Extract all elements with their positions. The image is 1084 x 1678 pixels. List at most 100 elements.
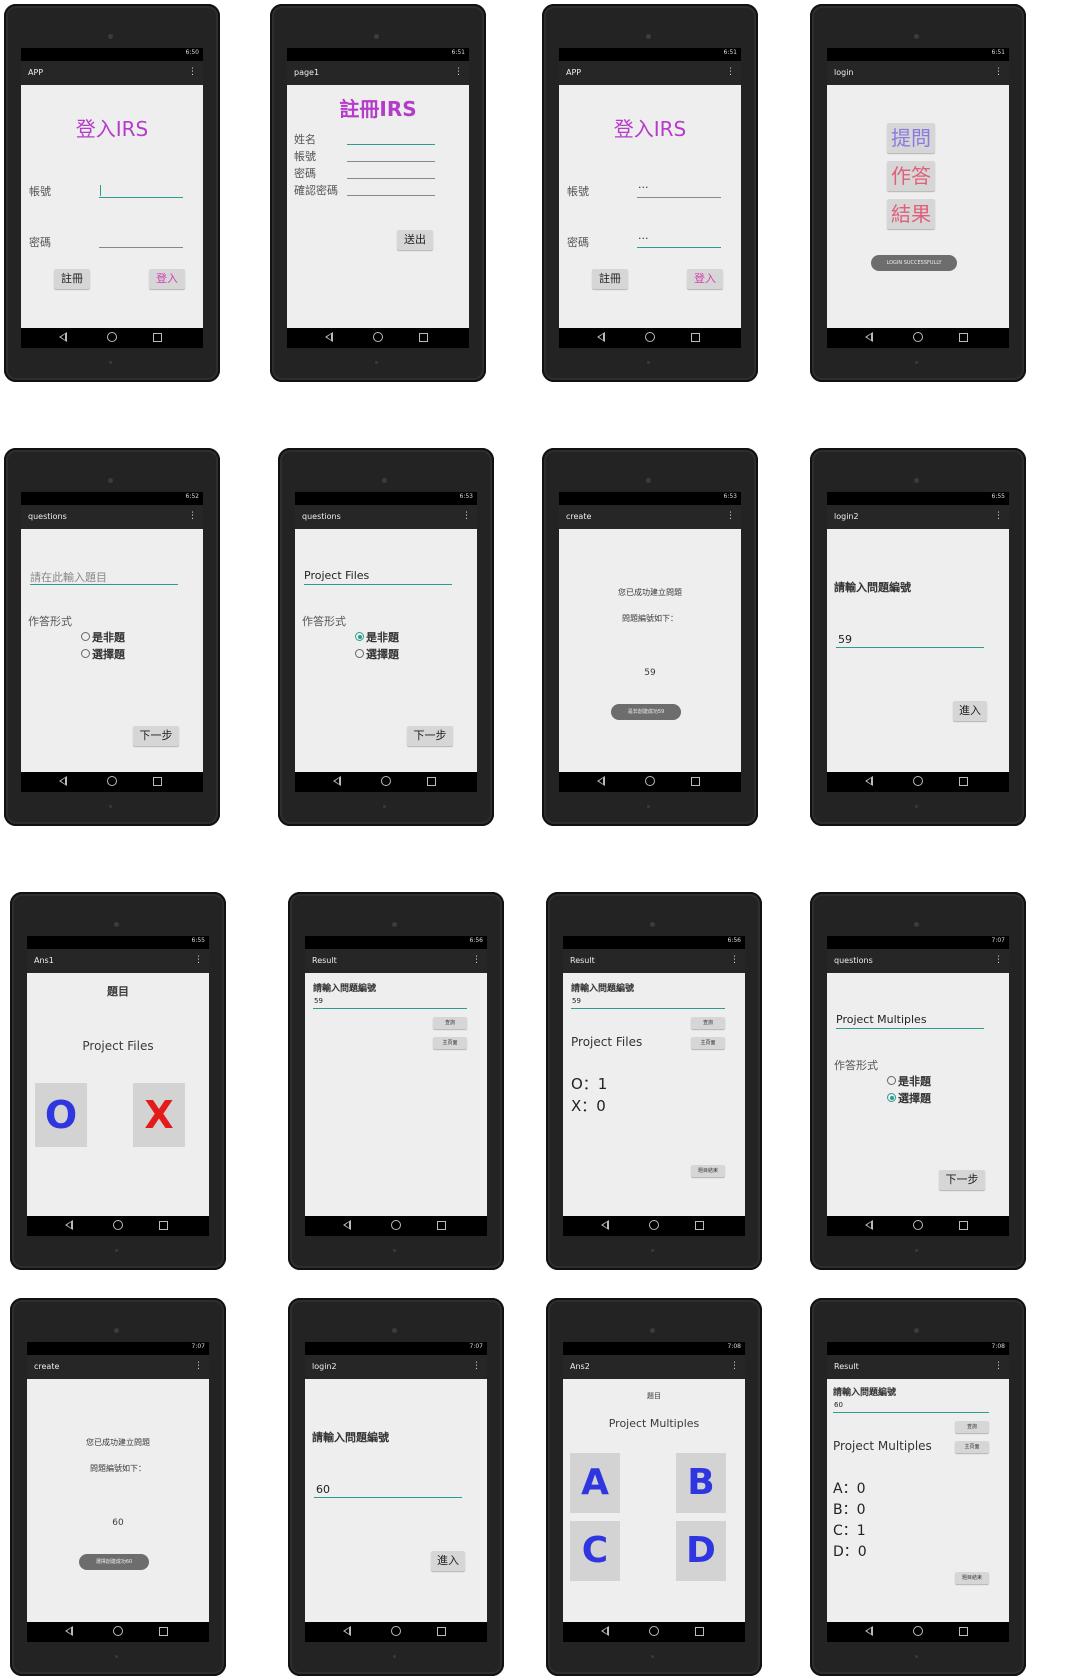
question-number-input[interactable] (571, 1008, 725, 1009)
account-input[interactable] (637, 197, 721, 198)
true-false-radio[interactable] (355, 632, 364, 641)
overflow-menu-icon[interactable]: ⋮ (730, 954, 739, 966)
recents-icon[interactable] (437, 1627, 446, 1636)
back-icon[interactable] (597, 776, 605, 786)
home-icon[interactable] (645, 332, 655, 342)
home-icon[interactable] (649, 1626, 659, 1636)
home-page-button[interactable]: 主頁面 (955, 1441, 989, 1453)
recents-icon[interactable] (427, 777, 436, 786)
recents-icon[interactable] (153, 333, 162, 342)
answer-button[interactable]: 作答 (887, 161, 935, 191)
home-icon[interactable] (107, 776, 117, 786)
recents-icon[interactable] (419, 333, 428, 342)
back-icon[interactable] (865, 332, 873, 342)
back-icon[interactable] (333, 776, 341, 786)
submit-button[interactable]: 送出 (397, 230, 433, 250)
back-icon[interactable] (59, 776, 67, 786)
enter-button[interactable]: 進入 (953, 701, 987, 721)
login-button[interactable]: 登入 (687, 269, 723, 289)
true-false-radio[interactable] (81, 632, 90, 641)
d-answer-button[interactable]: D (676, 1521, 726, 1581)
query-button[interactable]: 查詢 (691, 1017, 725, 1029)
recents-icon[interactable] (959, 777, 968, 786)
recents-icon[interactable] (695, 1627, 704, 1636)
home-page-button[interactable]: 主頁面 (691, 1037, 725, 1049)
home-icon[interactable] (373, 332, 383, 342)
next-button[interactable]: 下一步 (939, 1170, 985, 1190)
overflow-menu-icon[interactable]: ⋮ (994, 66, 1003, 78)
c-answer-button[interactable]: C (570, 1521, 620, 1581)
home-icon[interactable] (645, 776, 655, 786)
multiple-choice-radio[interactable] (355, 649, 364, 658)
home-icon[interactable] (913, 776, 923, 786)
result-button[interactable]: 結果 (887, 199, 935, 229)
password-input[interactable] (99, 247, 183, 248)
query-button[interactable]: 查詢 (955, 1421, 989, 1433)
back-icon[interactable] (601, 1626, 609, 1636)
register-button[interactable]: 註冊 (592, 269, 628, 289)
home-page-button[interactable]: 主頁面 (433, 1037, 467, 1049)
home-icon[interactable] (113, 1626, 123, 1636)
next-button[interactable]: 下一步 (407, 726, 453, 746)
recents-icon[interactable] (437, 1221, 446, 1230)
back-icon[interactable] (601, 1220, 609, 1230)
home-icon[interactable] (113, 1220, 123, 1230)
end-question-button[interactable]: 題目結束 (691, 1165, 725, 1177)
back-icon[interactable] (865, 1220, 873, 1230)
recents-icon[interactable] (959, 1221, 968, 1230)
home-icon[interactable] (913, 1220, 923, 1230)
question-number-input[interactable] (836, 647, 984, 648)
overflow-menu-icon[interactable]: ⋮ (726, 510, 735, 522)
overflow-menu-icon[interactable]: ⋮ (994, 1360, 1003, 1372)
password-input[interactable] (347, 178, 435, 179)
overflow-menu-icon[interactable]: ⋮ (472, 1360, 481, 1372)
recents-icon[interactable] (695, 1221, 704, 1230)
confirm-password-input[interactable] (347, 195, 435, 196)
recents-icon[interactable] (691, 777, 700, 786)
recents-icon[interactable] (159, 1627, 168, 1636)
account-input[interactable] (347, 161, 435, 162)
question-number-input[interactable] (833, 1412, 989, 1413)
end-question-button[interactable]: 題目結束 (955, 1572, 989, 1584)
home-icon[interactable] (913, 332, 923, 342)
overflow-menu-icon[interactable]: ⋮ (472, 954, 481, 966)
home-icon[interactable] (391, 1220, 401, 1230)
overflow-menu-icon[interactable]: ⋮ (462, 510, 471, 522)
recents-icon[interactable] (153, 777, 162, 786)
login-button[interactable]: 登入 (149, 269, 185, 289)
true-false-radio[interactable] (887, 1076, 896, 1085)
recents-icon[interactable] (959, 1627, 968, 1636)
o-answer-button[interactable]: O (35, 1083, 87, 1147)
query-button[interactable]: 查詢 (433, 1017, 467, 1029)
question-input[interactable] (836, 1028, 984, 1029)
overflow-menu-icon[interactable]: ⋮ (188, 66, 197, 78)
back-icon[interactable] (343, 1626, 351, 1636)
next-button[interactable]: 下一步 (133, 726, 179, 746)
overflow-menu-icon[interactable]: ⋮ (994, 954, 1003, 966)
back-icon[interactable] (343, 1220, 351, 1230)
home-icon[interactable] (913, 1626, 923, 1636)
overflow-menu-icon[interactable]: ⋮ (188, 510, 197, 522)
home-icon[interactable] (649, 1220, 659, 1230)
back-icon[interactable] (59, 332, 67, 342)
a-answer-button[interactable]: A (570, 1453, 620, 1513)
overflow-menu-icon[interactable]: ⋮ (194, 1360, 203, 1372)
account-input[interactable] (99, 197, 183, 198)
back-icon[interactable] (65, 1220, 73, 1230)
overflow-menu-icon[interactable]: ⋮ (994, 510, 1003, 522)
back-icon[interactable] (65, 1626, 73, 1636)
question-number-input[interactable] (314, 1497, 462, 1498)
name-input[interactable] (347, 144, 435, 145)
multiple-choice-radio[interactable] (887, 1093, 896, 1102)
x-answer-button[interactable]: X (133, 1083, 185, 1147)
question-number-input[interactable] (313, 1008, 467, 1009)
recents-icon[interactable] (959, 333, 968, 342)
enter-button[interactable]: 進入 (431, 1551, 465, 1571)
back-icon[interactable] (865, 776, 873, 786)
b-answer-button[interactable]: B (676, 1453, 726, 1513)
overflow-menu-icon[interactable]: ⋮ (730, 1360, 739, 1372)
ask-button[interactable]: 提問 (887, 123, 935, 153)
back-icon[interactable] (597, 332, 605, 342)
home-icon[interactable] (107, 332, 117, 342)
question-input[interactable] (30, 584, 178, 585)
